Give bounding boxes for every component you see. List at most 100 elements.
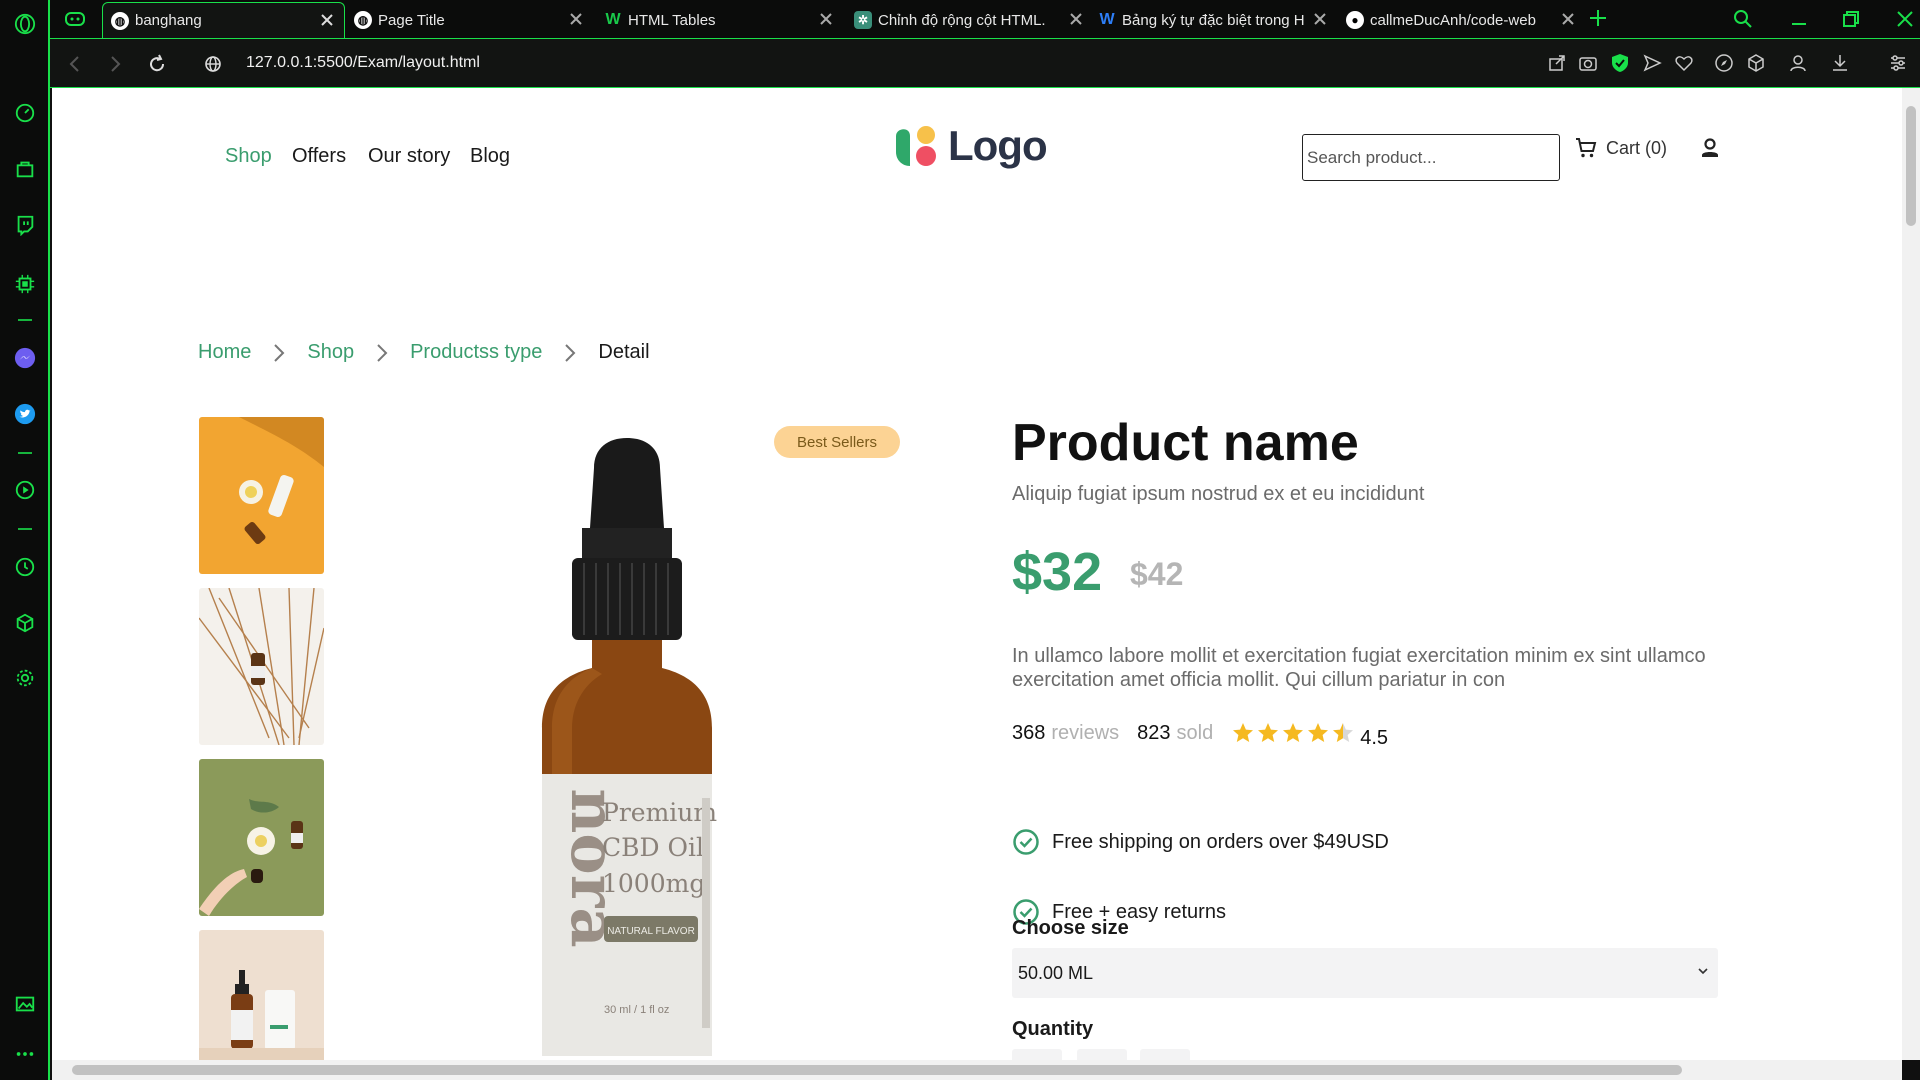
chevron-down-icon	[1698, 968, 1708, 975]
close-tab-icon[interactable]	[1067, 10, 1085, 28]
wallpaper-icon[interactable]	[13, 992, 37, 1016]
reviews-label[interactable]: reviews	[1051, 722, 1119, 745]
search-tabs-icon[interactable]	[1732, 8, 1754, 30]
feature-text: Free shipping on orders over $49USD	[1052, 830, 1389, 853]
product-thumbnail[interactable]	[199, 759, 324, 916]
cart-button[interactable]: Cart (0)	[1574, 136, 1667, 160]
star-icon	[1308, 723, 1329, 742]
easy-setup-menu-icon[interactable]	[1888, 53, 1908, 73]
close-tab-icon[interactable]	[318, 11, 336, 29]
w3schools-icon: W	[605, 11, 621, 28]
check-circle-icon	[1013, 829, 1039, 855]
tab-strip: ◍ banghang ◍ Page Title W HTML Tables ✲ …	[50, 0, 1920, 38]
rating-stars	[1231, 721, 1356, 745]
cart-icon	[1576, 138, 1597, 158]
restore-icon[interactable]	[1840, 8, 1862, 30]
player-icon[interactable]	[13, 478, 37, 502]
close-tab-icon[interactable]	[1559, 10, 1577, 28]
product-thumbnail[interactable]	[199, 417, 324, 574]
download-icon[interactable]	[1830, 53, 1850, 73]
close-window-icon[interactable]	[1894, 8, 1916, 30]
web-page: Shop Offers Our story Blog Logo Cart (0)…	[52, 88, 1902, 1060]
bottle-line-3: 1000mg	[602, 869, 705, 898]
site-logo[interactable]: Logo	[892, 120, 1048, 172]
horizontal-scrollbar-thumb[interactable]	[72, 1065, 1682, 1075]
breadcrumb-detail: Detail	[598, 341, 650, 363]
product-subtitle: Aliquip fugiat ipsum nostrud ex et eu in…	[1012, 483, 1425, 505]
nav-shop[interactable]: Shop	[225, 145, 272, 168]
twitter-icon[interactable]	[13, 402, 37, 426]
github-icon: ●	[1346, 11, 1364, 29]
forward-icon[interactable]	[104, 53, 126, 75]
star-icon	[1283, 723, 1304, 742]
logo-mark-icon	[892, 122, 940, 170]
tab-github[interactable]: ● callmeDucAnh/code-web	[1342, 2, 1585, 38]
nav-our-story[interactable]: Our story	[368, 145, 450, 168]
tab-banghang[interactable]: ◍ banghang	[102, 2, 345, 38]
product-stats: 368 reviews 823 sold 4.5	[1012, 721, 1388, 749]
new-tab-icon[interactable]	[1588, 8, 1608, 28]
product-price: $32	[1012, 542, 1103, 602]
opera-menu-icon[interactable]	[13, 12, 37, 36]
product-thumbnails	[199, 417, 324, 1060]
quantity-increase-button[interactable]	[1140, 1049, 1190, 1060]
site-info-globe-icon[interactable]	[202, 53, 224, 75]
snapshot-icon[interactable]	[1578, 53, 1598, 73]
breadcrumb-shop[interactable]: Shop	[307, 341, 354, 364]
breadcrumb-products-type[interactable]: Productss type	[410, 341, 542, 364]
quantity-label: Quantity	[1012, 1018, 1094, 1040]
reload-icon[interactable]	[146, 53, 168, 75]
search-input[interactable]	[1302, 134, 1560, 181]
send-icon[interactable]	[1642, 53, 1662, 73]
nav-offers[interactable]: Offers	[292, 145, 346, 168]
extensions-icon[interactable]	[13, 611, 37, 635]
history-icon[interactable]	[13, 555, 37, 579]
close-tab-icon[interactable]	[567, 10, 585, 28]
star-icon	[1233, 723, 1254, 742]
sold-label: sold	[1176, 721, 1214, 744]
tab-special-chars[interactable]: W Bảng ký tự đặc biệt trong H	[1094, 2, 1337, 38]
product-main-image: nora Premium CBD Oil 1000mg NATURAL FLAV…	[432, 428, 872, 1058]
cart-label: Cart (0)	[1606, 137, 1668, 158]
extensions-toolbar-icon[interactable]	[1746, 53, 1766, 73]
quantity-input[interactable]	[1077, 1049, 1127, 1060]
size-select[interactable]: 50.00 ML	[1012, 948, 1718, 998]
profile-icon[interactable]	[1788, 53, 1808, 73]
account-icon[interactable]	[1699, 137, 1721, 159]
product-name: Product name	[1012, 414, 1359, 472]
url-field[interactable]: 127.0.0.1:5500/Exam/layout.html	[246, 54, 480, 72]
workspaces-icon[interactable]	[64, 9, 86, 29]
product-description: In ullamco labore mollit et exercitation…	[1012, 645, 1706, 691]
tab-chatgpt[interactable]: ✲ Chỉnh độ rộng cột HTML.	[850, 2, 1093, 38]
vertical-scrollbar[interactable]	[1902, 88, 1920, 1060]
twitch-icon[interactable]	[13, 213, 37, 237]
browser-sidebar	[0, 0, 50, 1080]
product-thumbnail[interactable]	[199, 930, 324, 1060]
close-tab-icon[interactable]	[817, 10, 835, 28]
speed-limiter-icon[interactable]	[13, 101, 37, 125]
product-thumbnail[interactable]	[199, 588, 324, 745]
bookmark-heart-icon[interactable]	[1674, 53, 1694, 73]
tab-page-title[interactable]: ◍ Page Title	[350, 2, 593, 38]
sidebar-separator	[18, 452, 32, 454]
feature-free-shipping: Free shipping on orders over $49USD	[1012, 828, 1389, 856]
vertical-scrollbar-thumb[interactable]	[1906, 106, 1916, 226]
bottle-line-2: CBD Oil	[602, 833, 704, 862]
horizontal-scrollbar[interactable]	[52, 1060, 1902, 1080]
gx-store-icon[interactable]	[13, 157, 37, 181]
share-icon[interactable]	[1547, 53, 1567, 73]
more-icon[interactable]	[13, 1042, 37, 1066]
bottle-flavor: NATURAL FLAVOR	[607, 926, 695, 937]
breadcrumb-home[interactable]: Home	[198, 341, 251, 364]
nav-blog[interactable]: Blog	[470, 145, 510, 168]
minimize-icon[interactable]	[1788, 8, 1810, 30]
hardware-control-icon[interactable]	[13, 272, 37, 296]
quantity-decrease-button[interactable]	[1012, 1049, 1062, 1060]
messenger-icon[interactable]	[13, 346, 37, 370]
tab-html-tables[interactable]: W HTML Tables	[600, 2, 843, 38]
easy-setup-icon[interactable]	[1714, 53, 1734, 73]
settings-icon[interactable]	[13, 666, 37, 690]
back-icon[interactable]	[64, 53, 86, 75]
close-tab-icon[interactable]	[1311, 10, 1329, 28]
adblock-shield-icon[interactable]	[1610, 53, 1630, 73]
